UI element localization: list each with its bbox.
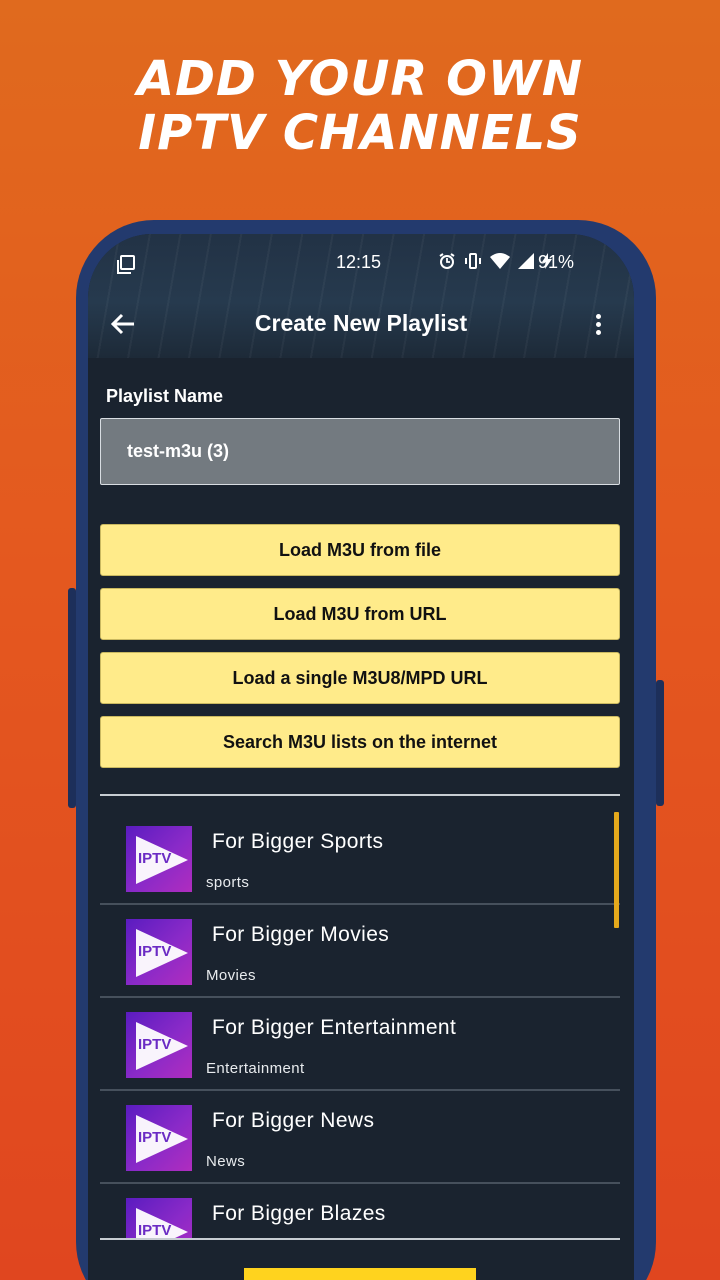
list-divider <box>100 794 620 796</box>
load-m3u-file-button[interactable]: Load M3U from file <box>100 524 620 576</box>
iptv-logo-icon: IPTV <box>126 826 192 892</box>
channel-name: For Bigger Entertainment <box>212 1016 457 1039</box>
app-screen: 12:15 91% Create New Playlist Playlist N… <box>88 234 634 1280</box>
alarm-icon <box>439 253 455 269</box>
load-single-url-button[interactable]: Load a single M3U8/MPD URL <box>100 652 620 704</box>
phone-side-button-left <box>68 588 76 808</box>
channel-name: For Bigger Sports <box>212 830 384 853</box>
channel-category: Entertainment <box>206 1060 305 1077</box>
more-options-icon[interactable] <box>596 314 606 338</box>
list-item[interactable]: IPTV For Bigger News News <box>100 1091 620 1184</box>
playlist-name-label: Playlist Name <box>106 386 224 406</box>
promo-line-1: ADD YOUR OWN <box>137 51 583 107</box>
page-title: Create New Playlist <box>254 310 468 336</box>
battery-level: 91% <box>538 252 575 272</box>
iptv-logo-icon: IPTV <box>126 1105 192 1171</box>
status-bar: 12:15 91% <box>88 252 634 276</box>
app-header: 12:15 91% Create New Playlist <box>88 234 634 358</box>
iptv-logo-icon: IPTV <box>126 1012 192 1078</box>
list-scrollbar[interactable] <box>614 812 619 928</box>
list-bottom-divider <box>100 1238 620 1240</box>
list-item[interactable]: IPTV For Bigger Blazes <box>100 1184 620 1238</box>
channel-category: News <box>206 1153 246 1170</box>
status-time: 12:15 <box>336 252 382 272</box>
wifi-icon <box>490 253 510 269</box>
channel-name: For Bigger Blazes <box>212 1202 386 1225</box>
iptv-logo-icon: IPTV <box>126 919 192 985</box>
iptv-logo-icon: IPTV <box>126 1198 192 1238</box>
save-button[interactable] <box>244 1268 476 1280</box>
screenshot-icon <box>117 255 135 274</box>
list-item[interactable]: IPTV For Bigger Sports sports <box>100 812 620 905</box>
channel-name: For Bigger Movies <box>212 923 390 946</box>
channel-name: For Bigger News <box>212 1109 375 1132</box>
search-m3u-button[interactable]: Search M3U lists on the internet <box>100 716 620 768</box>
load-m3u-url-button[interactable]: Load M3U from URL <box>100 588 620 640</box>
promo-headline: ADD YOUR OWN IPTV CHANNELS <box>0 52 720 160</box>
status-icons <box>438 252 552 270</box>
list-item[interactable]: IPTV For Bigger Entertainment Entertainm… <box>100 998 620 1091</box>
channel-list[interactable]: IPTV For Bigger Sports sports IPTV For B… <box>100 798 620 1238</box>
vibrate-icon <box>465 253 481 269</box>
channel-category: sports <box>206 874 250 891</box>
phone-side-button-right <box>656 680 664 806</box>
list-item[interactable]: IPTV For Bigger Movies Movies <box>100 905 620 998</box>
signal-icon <box>518 253 534 269</box>
playlist-name-input[interactable]: test-m3u (3) <box>100 418 620 485</box>
toolbar: Create New Playlist <box>88 306 634 346</box>
promo-line-2: IPTV CHANNELS <box>138 105 582 161</box>
channel-category: Movies <box>206 967 256 984</box>
